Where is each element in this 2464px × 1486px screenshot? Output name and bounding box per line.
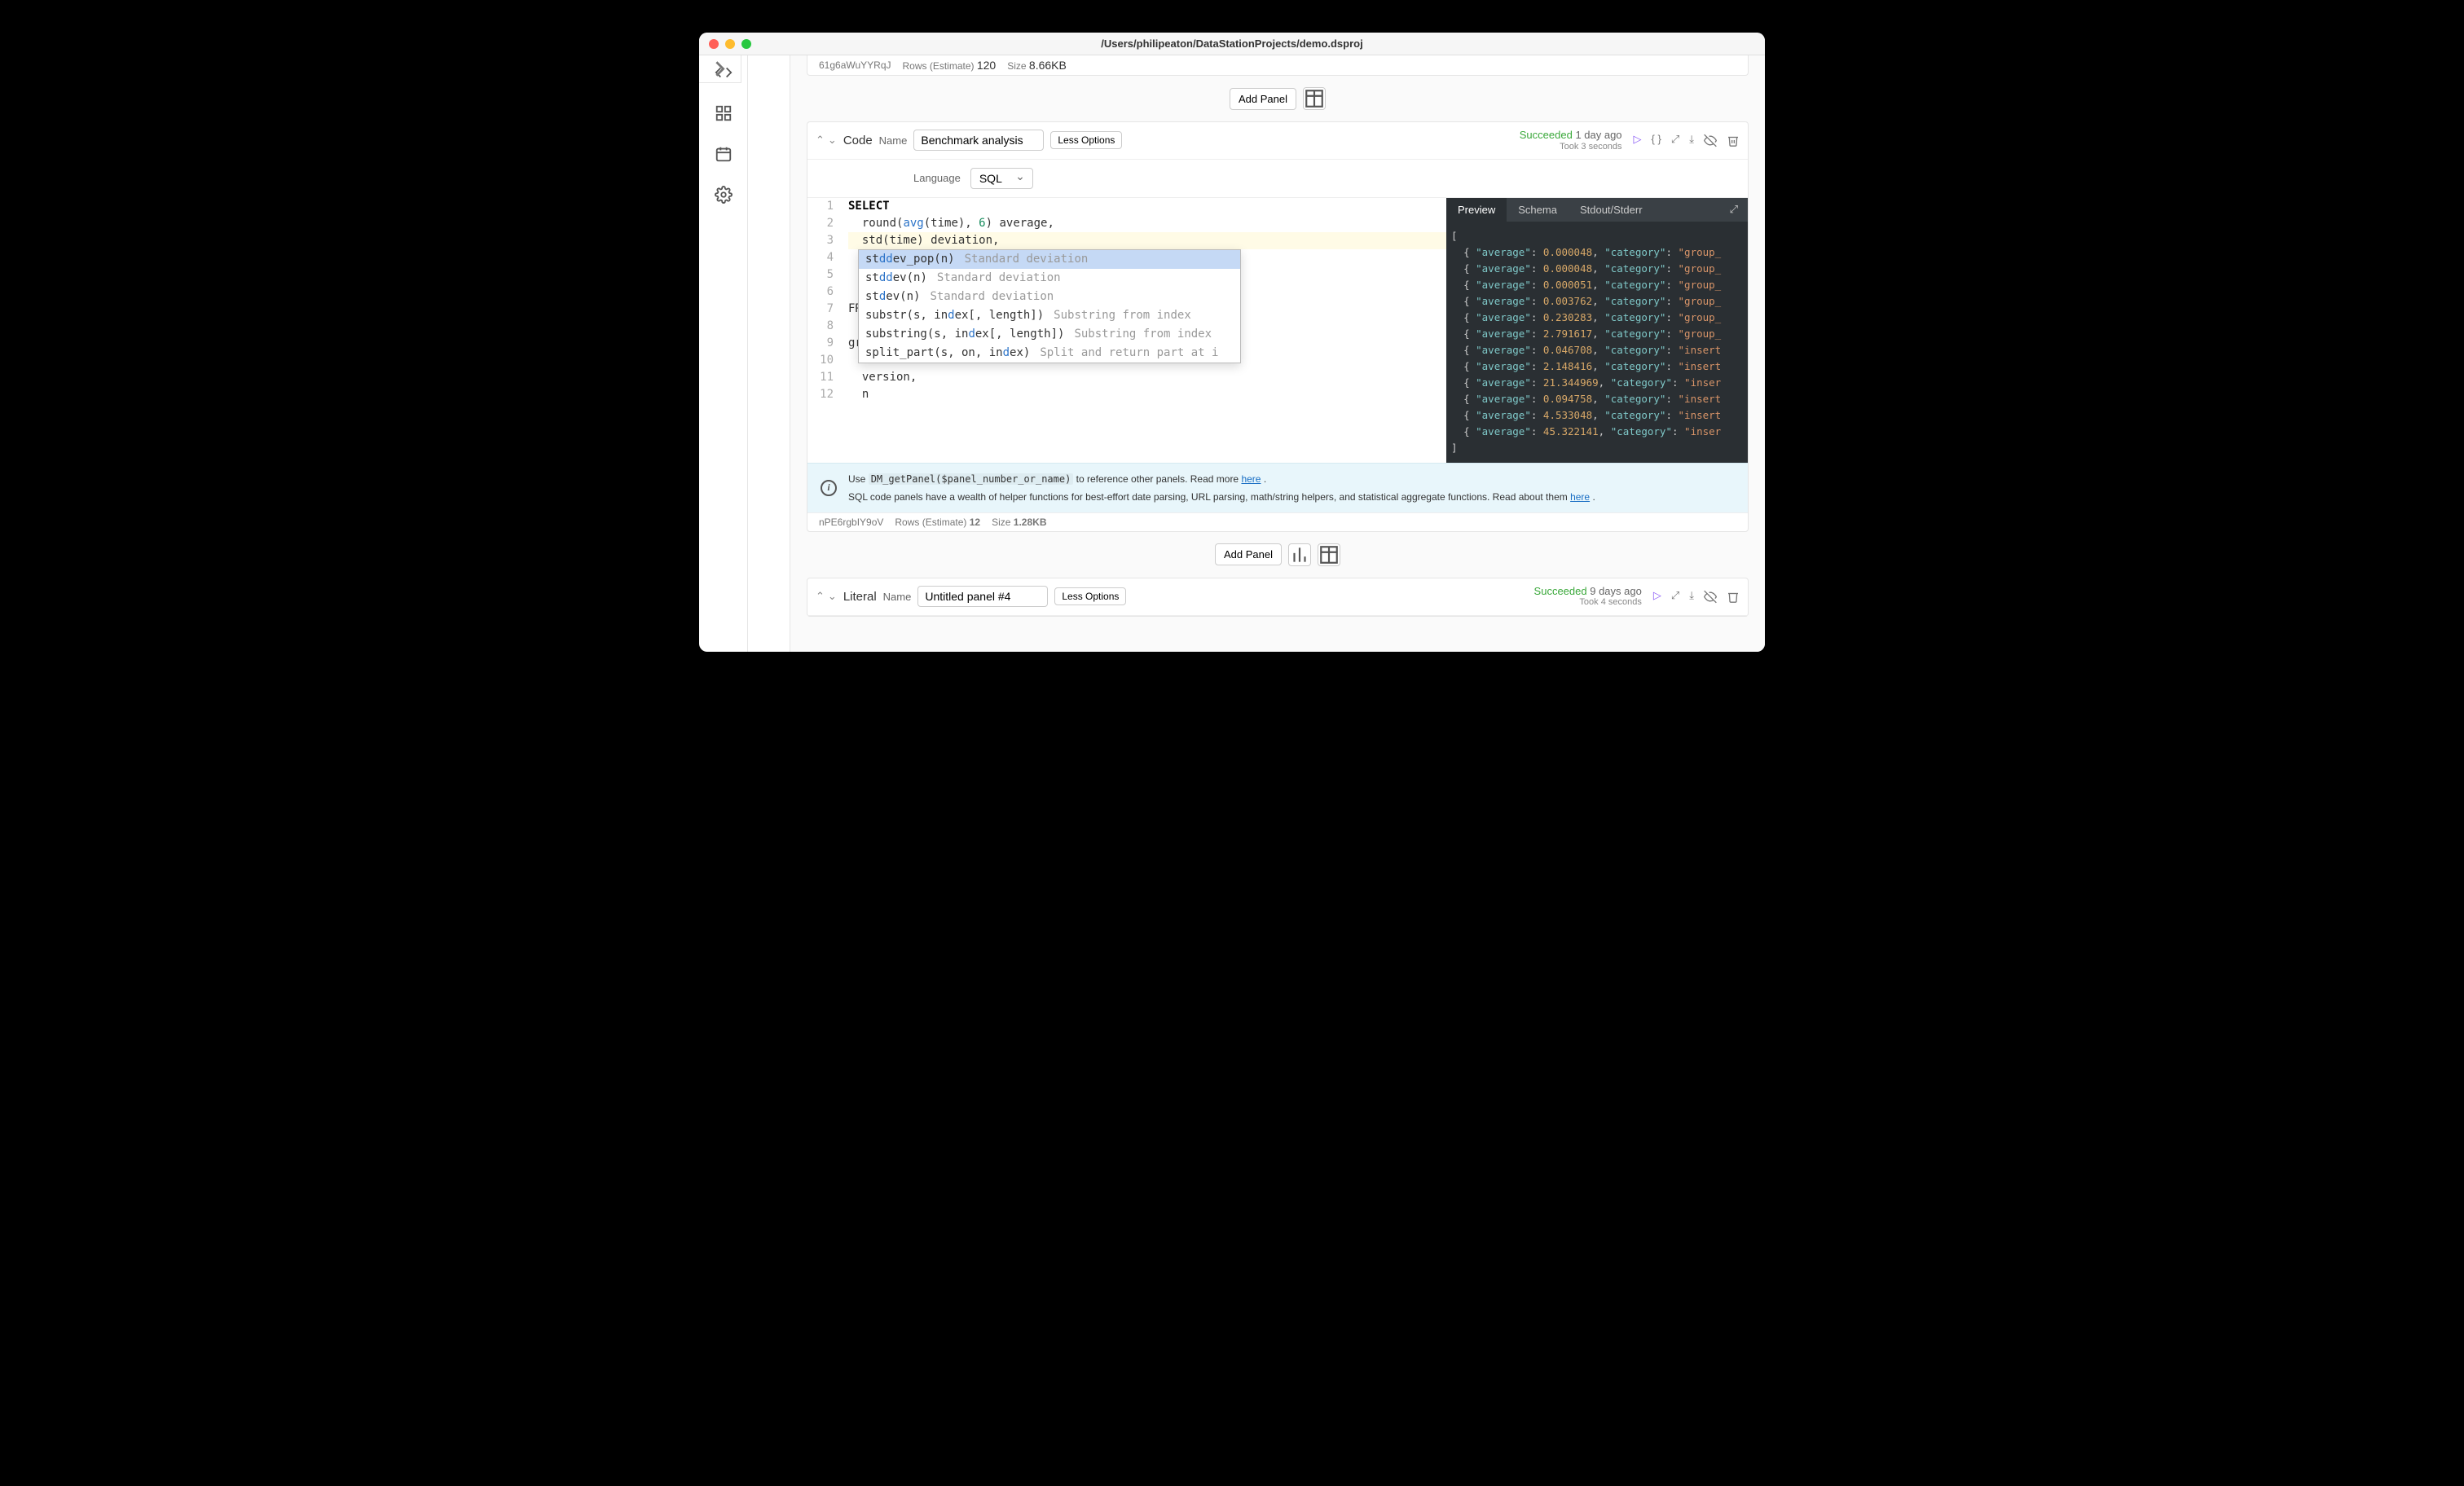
expand-icon[interactable]: ⤢	[1671, 589, 1679, 605]
panel-kind: Code	[843, 134, 873, 147]
minimize-window-button[interactable]	[725, 39, 735, 49]
download-icon[interactable]: ⤓	[1689, 133, 1694, 148]
settings-icon[interactable]	[715, 186, 733, 204]
name-label: Name	[879, 134, 908, 147]
hide-icon[interactable]	[1704, 133, 1717, 148]
literal-panel: ⌃ ⌄ Literal Name Less Options Succeeded …	[807, 578, 1749, 617]
info-link-1[interactable]: here	[1241, 473, 1261, 485]
code-panel: ⌃ ⌄ Code Name Less Options Succeeded 1 d…	[807, 121, 1749, 532]
info-link-2[interactable]: here	[1570, 491, 1590, 503]
close-window-button[interactable]	[709, 39, 719, 49]
app-window: /Users/philipeaton/DataStationProjects/d…	[699, 33, 1765, 652]
autocomplete-item[interactable]: substr(s, index[, length])Substring from…	[859, 306, 1240, 325]
titlebar: /Users/philipeaton/DataStationProjects/d…	[699, 33, 1765, 55]
panel-name-input[interactable]	[917, 586, 1048, 607]
autocomplete-item[interactable]: split_part(s, on, index)Split and return…	[859, 344, 1240, 363]
collapse-up-icon[interactable]: ⌃	[816, 134, 825, 147]
run-icon[interactable]: ▷	[1653, 589, 1661, 605]
dashboard-icon[interactable]	[715, 104, 733, 122]
braces-icon[interactable]: { }	[1652, 133, 1661, 148]
autocomplete-popup[interactable]: stddev_pop(n)Standard deviationstddev(n)…	[858, 249, 1241, 363]
main-content: 61g6aWuYYRqJ Rows (Estimate) 120 Size 8.…	[790, 55, 1765, 652]
line-gutter: 123456789101112	[807, 198, 840, 403]
info-box: i Use DM_getPanel($panel_number_or_name)…	[807, 463, 1748, 512]
preview-pane: Preview Schema Stdout/Stderr ⤢ [ { "aver…	[1446, 198, 1748, 463]
collapse-up-icon[interactable]: ⌃	[816, 590, 825, 603]
run-icon[interactable]: ▷	[1634, 133, 1642, 148]
panel-footer: nPE6rgbIY9oV Rows (Estimate) 12 Size 1.2…	[807, 512, 1748, 531]
info-icon: i	[821, 480, 837, 496]
code-editor[interactable]: 123456789101112 SELECT round(avg(time), …	[807, 198, 1446, 463]
download-icon[interactable]: ⤓	[1689, 589, 1694, 605]
panel-name-input[interactable]	[913, 130, 1044, 151]
panel-kind: Literal	[843, 590, 877, 604]
calendar-icon[interactable]	[715, 145, 733, 163]
autocomplete-item[interactable]: stddev_pop(n)Standard deviation	[859, 250, 1240, 269]
autocomplete-item[interactable]: stdev(n)Standard deviation	[859, 288, 1240, 306]
maximize-window-button[interactable]	[741, 39, 751, 49]
collapse-down-icon[interactable]: ⌄	[828, 134, 837, 147]
panel-status: Succeeded 1 day ago Took 3 seconds	[1520, 129, 1622, 152]
add-panel-button[interactable]: Add Panel	[1230, 88, 1296, 110]
preview-expand-icon[interactable]: ⤢	[1720, 203, 1748, 216]
sidebar-toggle[interactable]	[699, 55, 741, 83]
less-options-button[interactable]: Less Options	[1054, 587, 1126, 605]
language-label: Language	[913, 172, 961, 184]
window-title: /Users/philipeaton/DataStationProjects/d…	[699, 37, 1765, 50]
sidebar	[699, 55, 748, 652]
add-panel-button-2[interactable]: Add Panel	[1215, 543, 1282, 565]
language-select[interactable]: SQL	[970, 168, 1033, 189]
add-table-panel-button-2[interactable]	[1318, 543, 1340, 566]
preview-body: [ { "average": 0.000048, "category": "gr…	[1446, 222, 1748, 463]
panel-id: 61g6aWuYYRqJ	[819, 59, 891, 71]
expand-icon[interactable]: ⤢	[1671, 133, 1679, 148]
delete-icon[interactable]	[1727, 133, 1740, 148]
tab-preview[interactable]: Preview	[1446, 198, 1507, 222]
autocomplete-item[interactable]: substring(s, index[, length])Substring f…	[859, 325, 1240, 344]
tab-stdout[interactable]: Stdout/Stderr	[1569, 198, 1654, 222]
add-table-panel-button[interactable]	[1303, 87, 1326, 110]
collapse-down-icon[interactable]: ⌄	[828, 590, 837, 603]
delete-icon[interactable]	[1727, 589, 1740, 605]
add-chart-panel-button[interactable]	[1288, 543, 1311, 566]
traffic-lights	[699, 39, 751, 49]
tab-schema[interactable]: Schema	[1507, 198, 1569, 222]
prev-panel-footer: 61g6aWuYYRqJ Rows (Estimate) 120 Size 8.…	[807, 55, 1749, 76]
hide-icon[interactable]	[1704, 589, 1717, 605]
less-options-button[interactable]: Less Options	[1050, 131, 1122, 149]
autocomplete-item[interactable]: stddev(n)Standard deviation	[859, 269, 1240, 288]
